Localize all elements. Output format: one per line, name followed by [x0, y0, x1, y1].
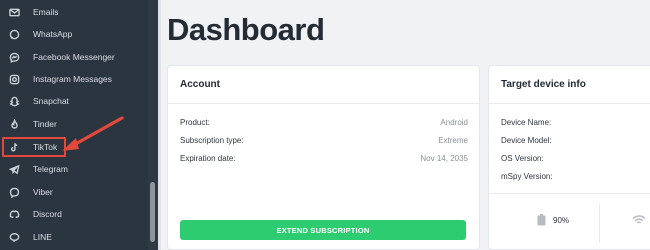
device-model-label: Device Model: [501, 136, 552, 145]
sidebar-item-line[interactable]: LINE [0, 226, 150, 248]
sidebar-item-discord[interactable]: Discord [0, 203, 150, 225]
sidebar-item-label: Snapchat [33, 96, 69, 106]
sidebar-item-snapchat[interactable]: Snapchat [0, 90, 150, 112]
highlight-box [2, 137, 66, 157]
account-row-subscription-type: Subscription type: Extreme [180, 136, 468, 148]
telegram-icon [8, 163, 20, 175]
sidebar-item-label: Tinder [33, 119, 57, 129]
account-card-title: Account [180, 79, 220, 90]
sidebar-item-label: WhatsApp [33, 29, 73, 39]
messenger-icon [8, 51, 20, 63]
row-label: Expiration date: [180, 154, 236, 163]
viber-icon [8, 186, 20, 198]
row-label: Product: [180, 118, 210, 127]
target-card-title: Target device info [501, 79, 586, 90]
instagram-icon [8, 73, 20, 85]
sidebar-item-instagram-messages[interactable]: Instagram Messages [0, 68, 150, 90]
envelope-icon [8, 6, 20, 18]
account-card: Account Product: Android Subscription ty… [167, 65, 480, 250]
row-value: Extreme [438, 136, 468, 145]
extend-subscription-button[interactable]: EXTEND SUBSCRIPTION [180, 220, 466, 240]
annotation-arrow-icon [62, 116, 124, 151]
battery-value: 90% [553, 215, 570, 225]
account-row-expiration-date: Expiration date: Nov 14, 2035 [180, 154, 468, 166]
sidebar-item-label: Discord [33, 209, 62, 219]
discord-icon [8, 208, 20, 220]
row-value: Nov 14, 2035 [420, 154, 468, 163]
sidebar-item-emails[interactable]: Emails [0, 1, 150, 23]
whatsapp-icon [8, 28, 20, 40]
battery-status: 90% [537, 214, 569, 226]
divider [168, 103, 479, 104]
device-name-label: Device Name: [501, 118, 552, 127]
page-title: Dashboard [167, 12, 325, 47]
sidebar-item-label: Instagram Messages [33, 74, 112, 84]
wifi-icon [632, 215, 646, 224]
mspy-version-label: mSpy Version: [501, 172, 553, 181]
sidebar-item-label: Telegram [33, 164, 68, 174]
os-version-label: OS Version: [501, 154, 544, 163]
line-icon [8, 231, 20, 243]
divider [599, 203, 600, 243]
sidebar-item-facebook-messenger[interactable]: Facebook Messenger [0, 46, 150, 68]
row-label: Subscription type: [180, 136, 244, 145]
sidebar-item-label: Emails [33, 7, 59, 17]
content-divider [158, 0, 161, 250]
sidebar-item-label: LINE [33, 232, 52, 242]
sidebar-item-label: Viber [33, 187, 53, 197]
sidebar-item-viber[interactable]: Viber [0, 181, 150, 203]
sidebar-scrollbar-thumb[interactable] [150, 182, 155, 242]
tinder-icon [8, 118, 20, 130]
divider [489, 193, 650, 194]
snapchat-icon [8, 95, 20, 107]
target-device-card: Target device info Device Name: Device M… [488, 65, 650, 250]
sidebar-item-label: Facebook Messenger [33, 52, 115, 62]
sidebar: Emails WhatsApp Facebook Messenger Insta… [0, 0, 150, 250]
account-row-product: Product: Android [180, 118, 468, 130]
battery-icon [537, 214, 546, 226]
divider [489, 103, 650, 104]
sidebar-item-whatsapp[interactable]: WhatsApp [0, 23, 150, 45]
row-value: Android [440, 118, 468, 127]
